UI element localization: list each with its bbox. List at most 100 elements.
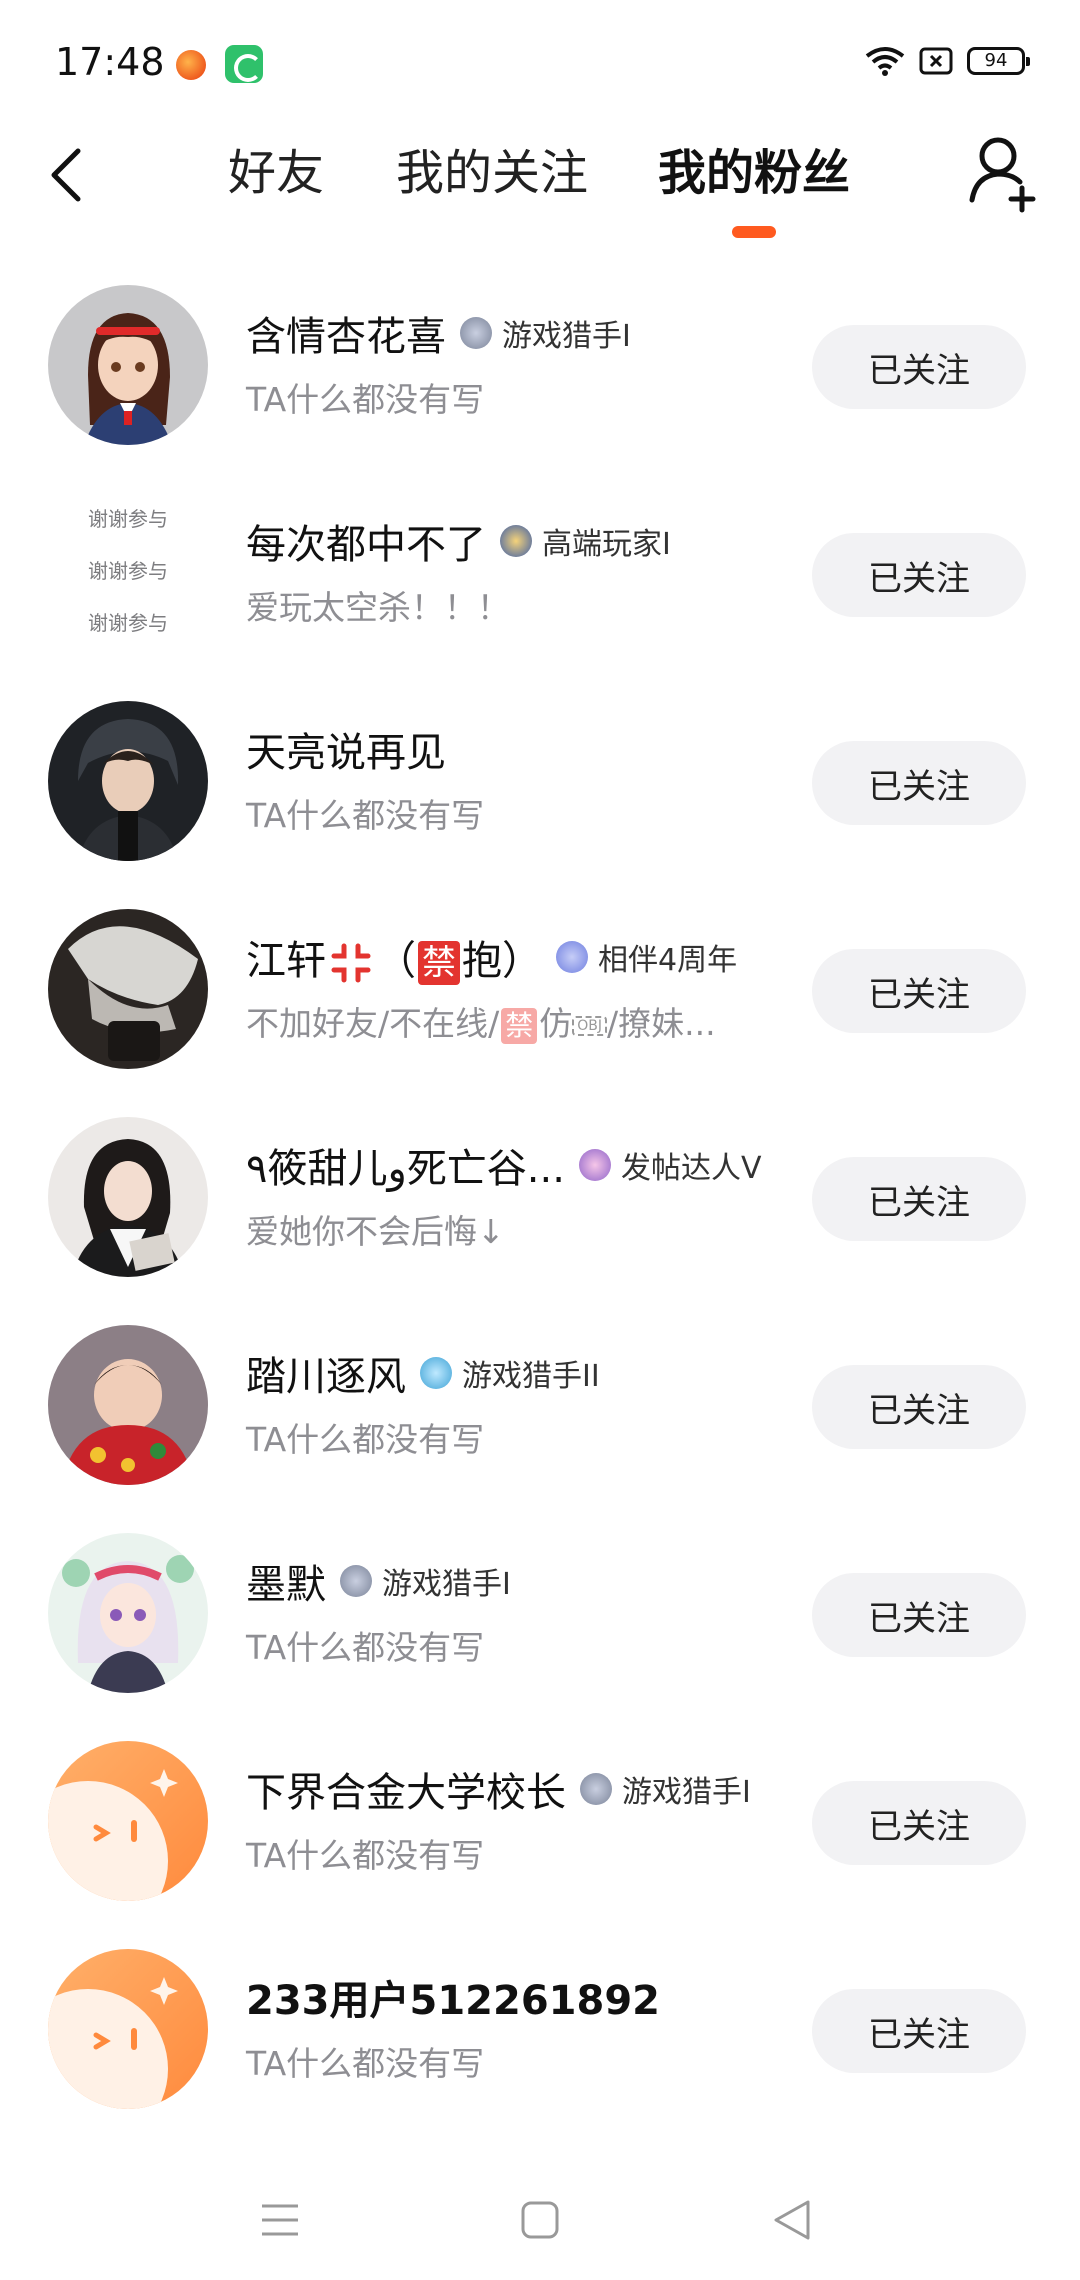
follow-status-button[interactable]: 已关注: [812, 1989, 1026, 2073]
avatar[interactable]: [48, 1741, 208, 1901]
follow-status-button[interactable]: 已关注: [812, 1157, 1026, 1241]
avatar-text: 谢谢参与: [88, 507, 168, 531]
name-line: 江轩 （禁抱） 相伴4周年: [246, 929, 737, 985]
badge-label: 游戏猎手I: [502, 319, 631, 354]
follow-status-button[interactable]: 已关注: [812, 325, 1026, 409]
list-item[interactable]: 谢谢参与 谢谢参与 谢谢参与 每次都中不了 高端玩家I 爱玩太空杀！！！ 已关注: [0, 493, 1080, 701]
add-friend-button[interactable]: [968, 134, 1040, 214]
hunter-badge-icon: [460, 317, 492, 349]
hunter-badge-icon: [340, 1565, 372, 1597]
name-line: 踏川逐风 游戏猎手II: [246, 1345, 600, 1401]
name-line: 下界合金大学校长 游戏猎手I: [246, 1761, 751, 1817]
avatar[interactable]: [48, 1533, 208, 1693]
name-line: ٩筱甜儿و死亡谷... 发帖达人V: [246, 1137, 762, 1193]
username: 踏川逐风: [246, 1354, 406, 1400]
bio: TA什么都没有写: [246, 1628, 485, 1667]
avatar[interactable]: [48, 1325, 208, 1485]
bio: 爱玩太空杀！！！: [246, 588, 510, 627]
anniversary-badge-icon: [556, 941, 588, 973]
status-time: 17:48: [55, 40, 165, 84]
avatar-text: 谢谢参与: [88, 559, 168, 583]
list-item[interactable]: 江轩 （禁抱） 相伴4周年 不加好友/不在线/禁仿 OBJ/撩妹... 已关注: [0, 909, 1080, 1117]
follow-status-button[interactable]: 已关注: [812, 1573, 1026, 1657]
pro-player-badge-icon: [500, 525, 532, 557]
username-part: 江轩: [246, 938, 326, 984]
name-line: 含情杏花喜 游戏猎手I: [246, 305, 631, 361]
app-notification-icon: [176, 50, 206, 80]
level-badge: 游戏猎手I: [460, 311, 631, 355]
avatar-text: 谢谢参与: [88, 611, 168, 635]
username: 233用户512261892: [246, 1978, 660, 2024]
anger-icon: [331, 943, 371, 983]
badge-label: 游戏猎手I: [622, 1775, 751, 1810]
name-line: 墨默 游戏猎手I: [246, 1553, 511, 1609]
username: 下界合金大学校长: [246, 1770, 566, 1816]
badge-label: 相伴4周年: [598, 943, 738, 978]
avatar[interactable]: [48, 1117, 208, 1277]
system-navigation-bar: [0, 2160, 1080, 2280]
list-item[interactable]: 墨默 游戏猎手I TA什么都没有写 已关注: [0, 1533, 1080, 1741]
list-item[interactable]: 下界合金大学校长 游戏猎手I TA什么都没有写 已关注: [0, 1741, 1080, 1949]
avatar[interactable]: [48, 1949, 208, 2109]
followers-list: 含情杏花喜 游戏猎手I TA什么都没有写 已关注 谢谢参与 谢谢参与 谢谢参与 …: [0, 285, 1080, 2157]
bio: TA什么都没有写: [246, 796, 485, 835]
follow-status-button[interactable]: 已关注: [812, 1781, 1026, 1865]
tab-following[interactable]: 我的关注: [396, 138, 588, 208]
home-icon: [521, 2201, 559, 2239]
list-item[interactable]: 233用户512261892 TA什么都没有写 已关注: [0, 1949, 1080, 2157]
badge-label: 高端玩家I: [542, 527, 671, 562]
name-line: 每次都中不了 高端玩家I: [246, 513, 671, 569]
object-placeholder-icon: OBJ: [572, 1015, 608, 1036]
follow-status-button[interactable]: 已关注: [812, 949, 1026, 1033]
back-nav-button[interactable]: [752, 2190, 832, 2250]
hunter-badge-icon: [420, 1357, 452, 1389]
avatar[interactable]: [48, 701, 208, 861]
back-button[interactable]: [48, 140, 108, 210]
menu-icon: [262, 2204, 298, 2236]
home-button[interactable]: [500, 2190, 580, 2250]
avatar[interactable]: [48, 909, 208, 1069]
avatar[interactable]: [48, 285, 208, 445]
follow-status-button[interactable]: 已关注: [812, 533, 1026, 617]
level-badge: 游戏猎手I: [580, 1767, 751, 1811]
badge-label: 发帖达人V: [620, 1151, 762, 1186]
badge-label: 游戏猎手II: [462, 1359, 600, 1394]
bio-part: /撩妹...: [607, 1004, 716, 1043]
tab-friends[interactable]: 好友: [228, 138, 324, 208]
list-item[interactable]: 踏川逐风 游戏猎手II TA什么都没有写 已关注: [0, 1325, 1080, 1533]
add-user-icon: [969, 137, 1036, 213]
list-item[interactable]: ٩筱甜儿و死亡谷... 发帖达人V 爱她你不会后悔↓ 已关注: [0, 1117, 1080, 1325]
name-line: 233用户512261892: [246, 1969, 660, 2025]
app-screen: 17:48 94 好友 我的关注 我的粉丝 含情杏花喜 游戏猎手I TA什么都没…: [0, 0, 1080, 2280]
name-line: 天亮说再见: [246, 721, 446, 777]
username: 含情杏花喜: [246, 314, 446, 360]
wifi-icon: [865, 47, 905, 76]
back-arrow-icon: [51, 148, 81, 202]
level-badge: 相伴4周年: [556, 935, 737, 979]
tab-followers[interactable]: 我的粉丝: [658, 138, 850, 208]
follow-status-button[interactable]: 已关注: [812, 741, 1026, 825]
badge-label: 游戏猎手I: [382, 1567, 511, 1602]
hunter-badge-icon: [580, 1773, 612, 1805]
list-item[interactable]: 含情杏花喜 游戏猎手I TA什么都没有写 已关注: [0, 285, 1080, 493]
tab-indicator: [732, 226, 776, 238]
avatar[interactable]: 谢谢参与 谢谢参与 谢谢参与: [48, 493, 208, 653]
username: ٩筱甜儿و死亡谷...: [246, 1146, 565, 1192]
poster-badge-icon: [578, 1149, 611, 1181]
level-badge: 游戏猎手I: [340, 1559, 511, 1603]
back-triangle-icon: [774, 2200, 810, 2240]
app-notification-icon: [225, 45, 263, 83]
forbidden-tag: 禁: [418, 941, 460, 985]
level-badge: 高端玩家I: [500, 519, 671, 563]
username: 每次都中不了: [246, 522, 486, 568]
bio: TA什么都没有写: [246, 2044, 485, 2083]
menu-button[interactable]: [240, 2190, 320, 2250]
level-badge: 发帖达人V: [578, 1143, 762, 1187]
list-item[interactable]: 天亮说再见 TA什么都没有写 已关注: [0, 701, 1080, 909]
bio-part: 仿: [539, 1004, 573, 1043]
status-icons: 94: [865, 46, 1030, 76]
follow-status-button[interactable]: 已关注: [812, 1365, 1026, 1449]
username: 江轩 （禁抱）: [246, 928, 542, 986]
forbidden-tag: 禁: [501, 1008, 538, 1044]
status-bar: 17:48 94: [0, 0, 1080, 120]
